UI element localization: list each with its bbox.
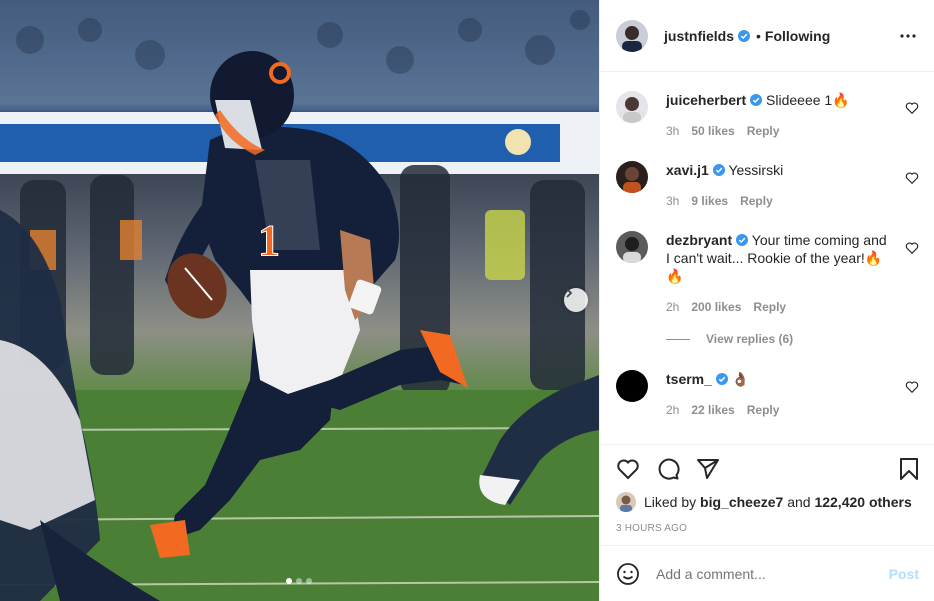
- likes-count[interactable]: 122,420 others: [814, 494, 911, 510]
- commenter-avatar[interactable]: [616, 370, 648, 402]
- comment-icon[interactable]: [656, 457, 680, 481]
- following-button[interactable]: Following: [765, 28, 830, 44]
- post-photo[interactable]: 1: [0, 0, 599, 601]
- comment-time[interactable]: 2h: [666, 403, 679, 417]
- comment-item: juiceherbert Slideeee 1🔥 3h 50 likes Rep…: [616, 91, 919, 151]
- author-avatar[interactable]: [616, 19, 648, 52]
- commenter-avatar[interactable]: [616, 91, 648, 123]
- likes-summary[interactable]: Liked by big_cheeze7 and 122,420 others: [616, 492, 912, 512]
- more-options-icon[interactable]: [898, 28, 918, 44]
- header-separator: •: [756, 27, 761, 44]
- verified-badge-icon: [738, 29, 751, 42]
- comment-text: Yessirski: [728, 162, 784, 178]
- comment-text: Slideeee 1🔥: [766, 92, 850, 108]
- comment-item: dezbryant Your time coming and I can't w…: [616, 231, 919, 341]
- view-replies-label: View replies (6): [706, 332, 794, 346]
- commenter-avatar[interactable]: [616, 161, 648, 193]
- emoji-icon[interactable]: [616, 562, 640, 586]
- post-sidebar: justnfields • Following juiceherbert Sli…: [599, 0, 934, 601]
- author-username[interactable]: justnfields: [664, 28, 734, 44]
- commenter-username[interactable]: dezbryant: [666, 232, 732, 248]
- commenter-username[interactable]: juiceherbert: [666, 92, 746, 108]
- verified-badge-icon: [750, 94, 763, 106]
- svg-text:1: 1: [258, 216, 280, 265]
- commenter-username[interactable]: xavi.j1: [666, 162, 709, 178]
- comment-meta: 3h 9 likes Reply: [666, 194, 773, 208]
- comment-likes[interactable]: 200 likes: [691, 300, 741, 314]
- likes-middle: and: [787, 494, 811, 510]
- post-timestamp[interactable]: 3 HOURS AGO: [616, 523, 687, 534]
- football-player-photo: 1: [0, 0, 599, 601]
- comment-likes[interactable]: 50 likes: [691, 124, 734, 138]
- heart-icon[interactable]: [905, 380, 919, 394]
- carousel-dot: [286, 578, 292, 584]
- heart-icon[interactable]: [905, 171, 919, 185]
- comment-meta: 2h 22 likes Reply: [666, 403, 779, 417]
- liked-by-username[interactable]: big_cheeze7: [700, 494, 783, 510]
- comments-list[interactable]: juiceherbert Slideeee 1🔥 3h 50 likes Rep…: [600, 73, 934, 443]
- comment-body: dezbryant Your time coming and I can't w…: [666, 231, 890, 285]
- post-actions: Liked by big_cheeze7 and 122,420 others …: [600, 444, 934, 544]
- carousel-indicator: [286, 578, 312, 584]
- comment-time[interactable]: 3h: [666, 194, 679, 208]
- commenter-username[interactable]: tserm_: [666, 371, 712, 387]
- heart-icon[interactable]: [905, 101, 919, 115]
- commenter-avatar[interactable]: [616, 231, 648, 263]
- comment-meta: 3h 50 likes Reply: [666, 124, 779, 138]
- comment-body: xavi.j1 Yessirski: [666, 161, 890, 179]
- verified-badge-icon: [715, 373, 728, 385]
- comment-time[interactable]: 3h: [666, 124, 679, 138]
- share-icon[interactable]: [696, 457, 720, 481]
- view-replies-button[interactable]: View replies (6): [666, 332, 793, 346]
- heart-icon[interactable]: [905, 241, 919, 255]
- post-header: justnfields • Following: [600, 0, 934, 72]
- comment-item: tserm_ 👌🏾 2h 22 likes Reply: [616, 370, 919, 430]
- comment-item: xavi.j1 Yessirski 3h 9 likes Reply: [616, 161, 919, 221]
- action-buttons: [616, 457, 720, 481]
- reply-button[interactable]: Reply: [747, 124, 780, 138]
- comment-composer: Post: [600, 545, 934, 601]
- comment-likes[interactable]: 9 likes: [691, 194, 728, 208]
- carousel-dot: [306, 578, 312, 584]
- next-photo-button[interactable]: [564, 288, 588, 312]
- comment-body: tserm_ 👌🏾: [666, 370, 890, 388]
- replies-divider-line: [666, 338, 690, 340]
- chevron-right-icon: [566, 288, 573, 298]
- heart-icon[interactable]: [616, 457, 640, 481]
- bookmark-icon[interactable]: [897, 457, 921, 481]
- reply-button[interactable]: Reply: [747, 403, 780, 417]
- reply-button[interactable]: Reply: [753, 300, 786, 314]
- post-comment-button[interactable]: Post: [889, 566, 919, 582]
- carousel-dot: [296, 578, 302, 584]
- verified-badge-icon: [712, 164, 725, 176]
- comment-body: juiceherbert Slideeee 1🔥: [666, 91, 890, 109]
- reply-button[interactable]: Reply: [740, 194, 773, 208]
- liker-avatar: [616, 492, 636, 512]
- comment-meta: 2h 200 likes Reply: [666, 300, 786, 314]
- comment-input[interactable]: [656, 565, 889, 582]
- verified-badge-icon: [736, 234, 749, 246]
- comment-text: 👌🏾: [731, 371, 750, 387]
- likes-prefix: Liked by: [644, 494, 697, 510]
- comment-time[interactable]: 2h: [666, 300, 679, 314]
- comment-likes[interactable]: 22 likes: [691, 403, 734, 417]
